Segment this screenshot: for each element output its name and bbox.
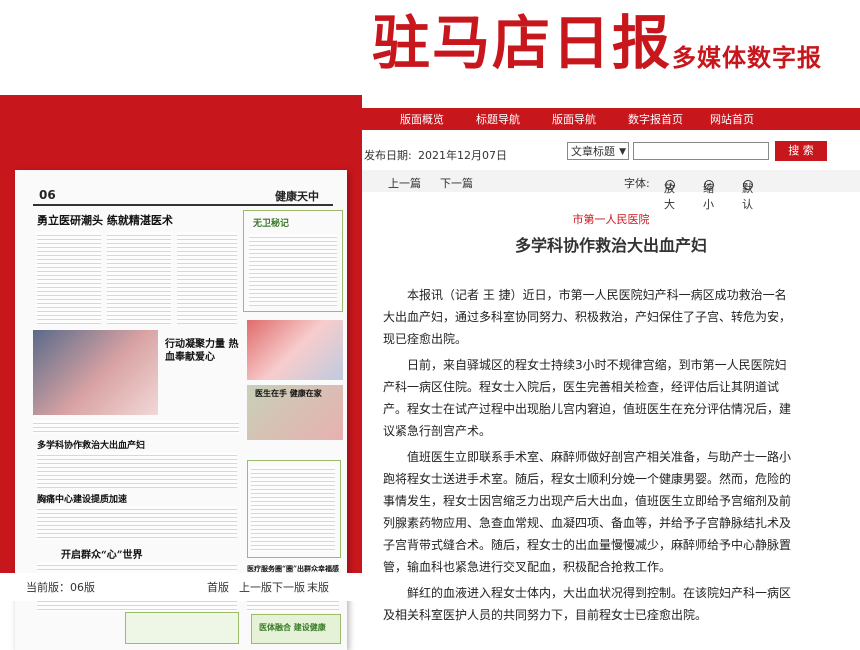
- photo-headline[interactable]: 行动凝聚力量 热血奉献爱心: [165, 338, 239, 364]
- page-headline-main[interactable]: 勇立医研潮头 练就精湛医术: [37, 212, 173, 228]
- search-field-value: 文章标题: [571, 145, 615, 158]
- search-bar: 发布日期: 2021年12月07日 文章标题 ▼ 搜 索: [362, 140, 860, 164]
- chevron-down-icon: ▼: [619, 147, 626, 157]
- minus-icon: −: [704, 180, 714, 190]
- site-tagline: 多媒体数字报: [672, 44, 822, 72]
- article-title: 多学科协作救治大出血产妇: [514, 236, 707, 255]
- nav-site-home[interactable]: 网站首页: [710, 111, 754, 127]
- illustration-box: [125, 612, 239, 644]
- publish-date-value: 2021年12月07日: [418, 149, 507, 162]
- text-column: [249, 234, 337, 306]
- next-page-link[interactable]: 下一版: [272, 579, 305, 595]
- article-body: 本报讯（记者 王 捷）近日，市第一人民医院妇产科一病区成功救治一名大出血产妇，通…: [383, 284, 795, 630]
- nav-digital-home[interactable]: 数字报首页: [628, 111, 683, 127]
- nav-page-navigation[interactable]: 版面导航: [552, 111, 596, 127]
- page-photo: [33, 330, 158, 415]
- page-photo: [247, 320, 343, 380]
- article-paragraph: 本报讯（记者 王 捷）近日，市第一人民医院妇产科一病区成功救治一名大出血产妇，通…: [383, 288, 792, 346]
- article-subtitle: 市第一人民医院: [572, 213, 650, 226]
- ad-headline: 医体融合 建设健康: [259, 622, 326, 632]
- prev-page-link[interactable]: 上一版: [239, 579, 272, 595]
- first-page-link[interactable]: 首版: [207, 579, 229, 595]
- prev-article-link[interactable]: 上一篇: [388, 175, 421, 191]
- publish-date-label: 发布日期:: [364, 149, 412, 162]
- text-column: [37, 452, 237, 488]
- page-section: 健康天中: [275, 190, 319, 203]
- text-column: [251, 466, 335, 552]
- article-toolbar: 上一篇 下一篇 字体: 放大 + 缩小 − 默认: [362, 170, 860, 211]
- right-small-headline[interactable]: 医生在手 健康在家: [255, 388, 322, 399]
- page-number: 06: [39, 188, 56, 202]
- page-headline-chest[interactable]: 胸痛中心建设提质加速: [37, 492, 127, 505]
- plus-icon: +: [665, 180, 675, 190]
- search-input[interactable]: [633, 142, 769, 160]
- nav-overview[interactable]: 版面概览: [400, 111, 444, 127]
- text-column: [33, 420, 239, 434]
- last-page-link[interactable]: 末版: [307, 579, 329, 595]
- search-field-select[interactable]: 文章标题 ▼: [567, 142, 629, 160]
- text-column: [37, 506, 237, 540]
- page-rule: [33, 204, 333, 206]
- article-paragraph: 值班医生立即联系手术室、麻醉师做好剖宫产相关准备，与助产士一路小跑将程女士送进手…: [383, 450, 792, 574]
- text-column: [177, 232, 237, 324]
- current-page-label: 当前版：06版: [26, 581, 95, 594]
- newspaper-masthead: 驻马店日报: [372, 9, 673, 77]
- page-status-bar: 当前版：06版 首版 上一版 下一版 末版: [0, 573, 362, 601]
- nav-title-navigation[interactable]: 标题导航: [476, 111, 520, 127]
- article-paragraph: 日前，来自驿城区的程女士持续3小时不规律宫缩，到市第一人民医院妇产科一病区住院。…: [383, 358, 792, 438]
- search-button[interactable]: 搜 索: [775, 141, 827, 161]
- box-title: 无卫秘记: [253, 219, 290, 229]
- main-nav: 版面概览 标题导航 版面导航 数字报首页 网站首页: [362, 108, 860, 130]
- article-paragraph: 鲜红的血液进入程女士体内，大出血状况得到控制。在该院妇产科一病区及相关科室医护人…: [383, 586, 792, 622]
- site-header: 驻马店日报 多媒体数字报: [0, 0, 860, 95]
- reset-icon: [743, 180, 753, 190]
- page-preview-panel: 06 健康天中 勇立医研潮头 练就精湛医术 无卫秘记 行动凝聚力量 热血奉献爱心…: [0, 95, 362, 650]
- text-column: [37, 232, 101, 324]
- page-headline-article[interactable]: 多学科协作救治大出血产妇: [37, 438, 145, 451]
- text-column: [107, 232, 171, 324]
- font-label: 字体:: [624, 177, 650, 190]
- page-headline-heart[interactable]: 开启群众“心”世界: [61, 546, 143, 561]
- next-article-link[interactable]: 下一篇: [440, 175, 473, 191]
